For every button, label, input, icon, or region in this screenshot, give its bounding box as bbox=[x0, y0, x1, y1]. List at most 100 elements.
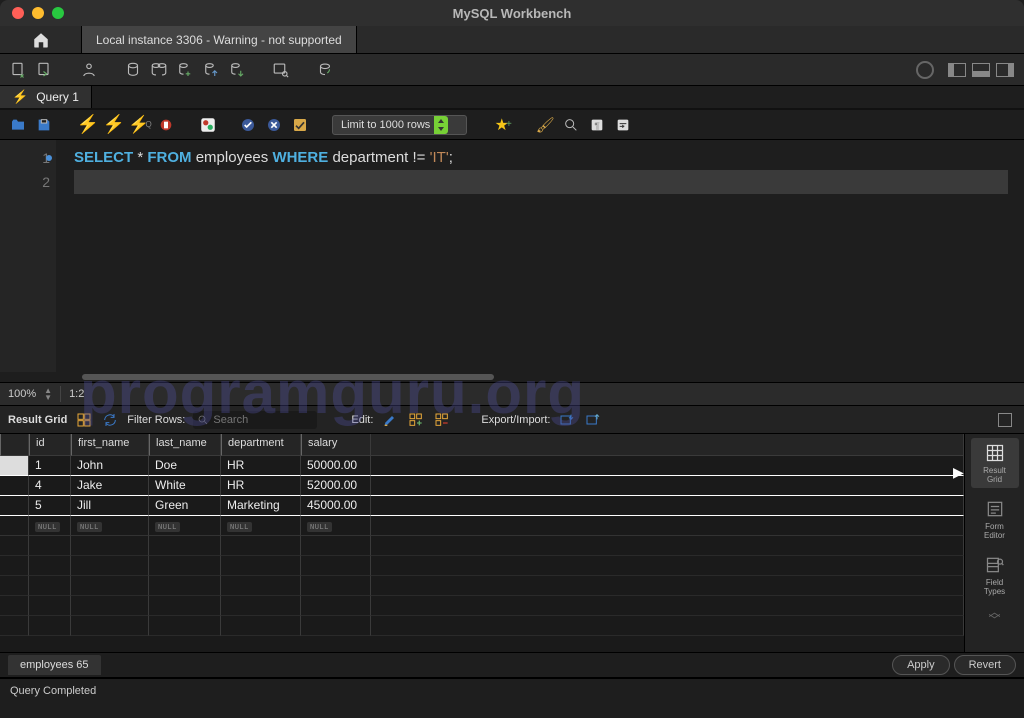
result-side-tabs: ▶ Result Grid Form Editor Field Types ︿﹀ bbox=[964, 434, 1024, 652]
refresh-results-icon[interactable] bbox=[101, 411, 119, 429]
rollback-icon[interactable] bbox=[264, 115, 284, 135]
open-file-icon[interactable] bbox=[8, 115, 28, 135]
result-grid-label: Result Grid bbox=[8, 414, 67, 426]
find-icon[interactable]: 🖌 bbox=[535, 115, 555, 135]
cursor-position: 1:2 bbox=[69, 388, 84, 400]
result-grid[interactable]: id first_name last_name department salar… bbox=[0, 434, 964, 652]
side-tab-label: Field Types bbox=[984, 578, 1005, 596]
code-area[interactable]: SELECT * FROM employees WHERE department… bbox=[56, 140, 1024, 372]
limit-rows-select[interactable]: Limit to 1000 rows bbox=[332, 115, 467, 135]
col-first-name[interactable]: first_name bbox=[71, 434, 149, 456]
zoom-bar: 100% ▲▼ 1:2 bbox=[0, 382, 1024, 406]
import-icon[interactable] bbox=[584, 411, 602, 429]
table-row-insert[interactable]: NULL NULL NULL NULL NULL bbox=[0, 516, 964, 536]
home-tab[interactable] bbox=[0, 26, 82, 53]
result-area: id first_name last_name department salar… bbox=[0, 434, 1024, 652]
filter-search-input[interactable] bbox=[209, 411, 313, 429]
minimize-window-button[interactable] bbox=[32, 7, 44, 19]
edit-label: Edit: bbox=[351, 414, 373, 426]
close-window-button[interactable] bbox=[12, 7, 24, 19]
db-add-icon[interactable] bbox=[174, 59, 196, 81]
connection-tab[interactable]: Local instance 3306 - Warning - not supp… bbox=[82, 26, 357, 53]
search-icon[interactable] bbox=[561, 115, 581, 135]
query-tab-bar: ⚡ Query 1 bbox=[0, 86, 1024, 110]
db-up-icon[interactable] bbox=[200, 59, 222, 81]
stop-icon[interactable] bbox=[156, 115, 176, 135]
editor-hscroll[interactable] bbox=[0, 372, 1024, 382]
maximize-grid-icon[interactable] bbox=[998, 413, 1012, 427]
query-toolbar: ⚡ ⚡ ⚡Q Limit to 1000 rows ★+ 🖌 ¶ bbox=[0, 110, 1024, 140]
execute-current-icon[interactable]: ⚡ bbox=[104, 115, 124, 135]
invisible-chars-icon[interactable]: ¶ bbox=[587, 115, 607, 135]
side-tab-label: Form Editor bbox=[984, 522, 1005, 540]
col-last-name[interactable]: last_name bbox=[149, 434, 221, 456]
editor-gutter: 1 2 bbox=[0, 140, 56, 372]
stop-on-error-icon[interactable] bbox=[198, 115, 218, 135]
zoom-stepper[interactable]: ▲▼ bbox=[44, 387, 52, 401]
limit-label: Limit to 1000 rows bbox=[341, 119, 430, 131]
status-text: Query Completed bbox=[10, 685, 96, 697]
panel-right-icon[interactable] bbox=[994, 59, 1016, 81]
filter-search-wrap bbox=[193, 411, 317, 429]
result-toolbar: Result Grid Filter Rows: Edit: Export/Im… bbox=[0, 406, 1024, 434]
grid-header: id first_name last_name department salar… bbox=[0, 434, 964, 456]
admin-icon[interactable] bbox=[78, 59, 100, 81]
side-tab-scroll[interactable]: ︿﹀ bbox=[988, 608, 1000, 624]
side-tab-result-grid[interactable]: Result Grid bbox=[971, 438, 1019, 488]
form-icon bbox=[984, 498, 1006, 520]
commit-icon[interactable] bbox=[238, 115, 258, 135]
table-row[interactable]: 4 Jake White HR 52000.00 bbox=[0, 476, 964, 496]
grid-view-icon[interactable] bbox=[75, 411, 93, 429]
side-tab-label: Result Grid bbox=[983, 466, 1006, 484]
statement-marker-icon bbox=[46, 155, 52, 161]
apply-button[interactable]: Apply bbox=[892, 655, 950, 675]
db-icon-2[interactable] bbox=[148, 59, 170, 81]
export-label: Export/Import: bbox=[481, 414, 550, 426]
connection-tab-label: Local instance 3306 - Warning - not supp… bbox=[96, 33, 342, 47]
gutter-line: 2 bbox=[0, 170, 50, 194]
execute-icon[interactable]: ⚡ bbox=[78, 115, 98, 135]
save-file-icon[interactable] bbox=[34, 115, 54, 135]
side-tab-form-editor[interactable]: Form Editor bbox=[971, 494, 1019, 544]
query-tab-label: Query 1 bbox=[36, 90, 79, 104]
panel-bottom-icon[interactable] bbox=[970, 59, 992, 81]
delete-row-icon[interactable] bbox=[433, 411, 451, 429]
query-tab[interactable]: ⚡ Query 1 bbox=[0, 86, 92, 108]
panel-left-icon[interactable] bbox=[946, 59, 968, 81]
zoom-percent: 100% bbox=[8, 388, 36, 400]
db-down-icon[interactable] bbox=[226, 59, 248, 81]
new-sql-tab-icon[interactable] bbox=[8, 59, 30, 81]
explain-icon[interactable]: ⚡Q bbox=[130, 115, 150, 135]
autocommit-icon[interactable] bbox=[290, 115, 310, 135]
home-icon bbox=[32, 31, 50, 49]
revert-button[interactable]: Revert bbox=[954, 655, 1016, 675]
activity-indicator bbox=[916, 61, 934, 79]
side-tab-field-types[interactable]: Field Types bbox=[971, 550, 1019, 600]
db-search-icon[interactable] bbox=[270, 59, 292, 81]
main-toolbar bbox=[0, 54, 1024, 86]
col-id[interactable]: id bbox=[29, 434, 71, 456]
edit-row-icon[interactable] bbox=[381, 411, 399, 429]
col-department[interactable]: department bbox=[221, 434, 301, 456]
db-icon-1[interactable] bbox=[122, 59, 144, 81]
beautify-icon[interactable]: ★+ bbox=[493, 115, 513, 135]
grid-icon bbox=[984, 442, 1006, 464]
status-bar: Query Completed bbox=[0, 678, 1024, 702]
sql-editor[interactable]: 1 2 SELECT * FROM employees WHERE depart… bbox=[0, 140, 1024, 372]
limit-stepper-icon bbox=[434, 116, 448, 134]
collapse-arrow-icon[interactable]: ▶ bbox=[953, 464, 964, 481]
result-set-tab-bar: employees 65 Apply Revert bbox=[0, 652, 1024, 678]
db-refresh-icon[interactable] bbox=[314, 59, 336, 81]
col-salary[interactable]: salary bbox=[301, 434, 371, 456]
maximize-window-button[interactable] bbox=[52, 7, 64, 19]
table-row[interactable]: 1 John Doe HR 50000.00 bbox=[0, 456, 964, 476]
add-row-icon[interactable] bbox=[407, 411, 425, 429]
open-sql-file-icon[interactable] bbox=[34, 59, 56, 81]
export-icon[interactable] bbox=[558, 411, 576, 429]
table-row[interactable]: 5 Jill Green Marketing 45000.00 bbox=[0, 496, 964, 516]
search-icon bbox=[197, 414, 209, 426]
bolt-icon: ⚡ bbox=[12, 89, 28, 105]
window-controls bbox=[0, 7, 64, 19]
wrap-icon[interactable] bbox=[613, 115, 633, 135]
result-set-tab[interactable]: employees 65 bbox=[8, 655, 101, 675]
